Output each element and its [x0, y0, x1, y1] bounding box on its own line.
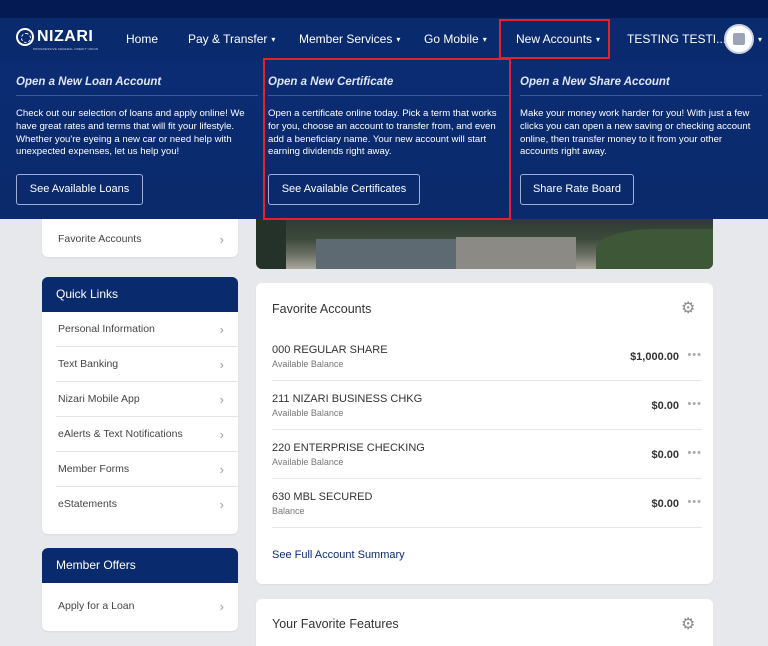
- favorite-accounts-title: Favorite Accounts: [272, 302, 372, 316]
- more-options-icon[interactable]: •••: [687, 447, 702, 459]
- full-account-summary-link[interactable]: See Full Account Summary: [272, 549, 405, 561]
- nav-new-accounts-highlight: [499, 19, 610, 59]
- account-row[interactable]: 220 ENTERPRISE CHECKING Available Balanc…: [272, 430, 702, 479]
- share-section-title: Open a New Share Account: [520, 76, 670, 88]
- account-row[interactable]: 211 NIZARI BUSINESS CHKG Available Balan…: [272, 381, 702, 430]
- certificate-column-highlight: [263, 58, 511, 220]
- quick-links-header: Quick Links: [42, 277, 238, 312]
- see-available-loans-button[interactable]: See Available Loans: [16, 174, 143, 205]
- nav-user-name[interactable]: TESTING TESTI...: [627, 18, 726, 61]
- chevron-down-icon: ▾: [271, 35, 276, 44]
- chevron-right-icon: ›: [219, 357, 224, 372]
- chevron-right-icon: ›: [219, 599, 224, 614]
- quick-links-card: Quick Links Personal Information › Text B…: [42, 277, 238, 534]
- more-options-icon[interactable]: •••: [687, 398, 702, 410]
- chevron-right-icon: ›: [219, 322, 224, 337]
- favorite-accounts-card: Favorite Accounts ⚙ 000 REGULAR SHARE Av…: [256, 283, 713, 584]
- logo-globe-icon: [16, 28, 34, 46]
- sidebar-item-favorite-accounts[interactable]: Favorite Accounts ›: [56, 222, 238, 257]
- account-balance-label: Balance: [272, 506, 305, 516]
- loan-section-title: Open a New Loan Account: [16, 76, 162, 88]
- sidebar-item-label: Apply for a Loan: [58, 600, 135, 612]
- loan-section-text: Check out our selection of loans and app…: [16, 108, 245, 158]
- account-row[interactable]: 000 REGULAR SHARE Available Balance $1,0…: [272, 332, 702, 381]
- chevron-down-icon[interactable]: ▾: [758, 18, 762, 61]
- chevron-right-icon: ›: [219, 497, 224, 512]
- account-balance-label: Available Balance: [272, 359, 344, 369]
- favorite-features-title: Your Favorite Features: [272, 617, 399, 631]
- chevron-down-icon: ▾: [396, 35, 401, 44]
- more-options-icon[interactable]: •••: [687, 349, 702, 361]
- top-strip: [0, 0, 768, 18]
- chevron-right-icon: ›: [219, 392, 224, 407]
- favorite-features-card: Your Favorite Features ⚙: [256, 599, 713, 646]
- member-offers-header: Member Offers: [42, 548, 238, 583]
- brand-name: NIZARI: [37, 28, 94, 45]
- account-name: 630 MBL SECURED: [272, 491, 373, 503]
- sidebar-item-personal-information[interactable]: Personal Information ›: [56, 312, 238, 347]
- account-balance: $0.00: [651, 400, 679, 412]
- divider: [520, 95, 762, 96]
- sidebar-item-member-forms[interactable]: Member Forms ›: [56, 452, 238, 487]
- account-balance-label: Available Balance: [272, 408, 344, 418]
- sidebar-item-label: Favorite Accounts: [58, 233, 142, 245]
- nav-pay-transfer[interactable]: Pay & Transfer ▾: [188, 18, 275, 61]
- hero-banner-image: [256, 219, 713, 269]
- sidebar-item-ealerts[interactable]: eAlerts & Text Notifications ›: [56, 417, 238, 452]
- gear-icon[interactable]: ⚙: [681, 298, 695, 318]
- divider: [16, 95, 258, 96]
- sidebar-item-estatements[interactable]: eStatements ›: [56, 487, 238, 522]
- chevron-right-icon: ›: [219, 462, 224, 477]
- chevron-right-icon: ›: [219, 427, 224, 442]
- account-balance: $1,000.00: [630, 351, 679, 363]
- account-row[interactable]: 630 MBL SECURED Balance $0.00 •••: [272, 479, 702, 528]
- chevron-down-icon: ▾: [482, 35, 487, 44]
- account-balance-label: Available Balance: [272, 457, 344, 467]
- avatar[interactable]: [724, 24, 754, 54]
- sidebar-item-label: eStatements: [58, 498, 117, 510]
- sidebar-item-label: Member Forms: [58, 463, 130, 475]
- sidebar-item-apply-loan[interactable]: Apply for a Loan ›: [56, 589, 238, 624]
- sidebar-item-mobile-app[interactable]: Nizari Mobile App ›: [56, 382, 238, 417]
- sidebar-item-label: eAlerts & Text Notifications: [58, 428, 183, 440]
- account-name: 000 REGULAR SHARE: [272, 344, 388, 356]
- account-name: 211 NIZARI BUSINESS CHKG: [272, 393, 423, 405]
- sidebar-item-label: Nizari Mobile App: [58, 393, 140, 405]
- more-options-icon[interactable]: •••: [687, 496, 702, 508]
- nizari-logo[interactable]: NIZARI PROGRESSIVE FEDERAL CREDIT UNION: [16, 28, 98, 51]
- account-name: 220 ENTERPRISE CHECKING: [272, 442, 425, 454]
- nav-member-services[interactable]: Member Services ▾: [299, 18, 400, 61]
- nav-go-mobile[interactable]: Go Mobile ▾: [424, 18, 487, 61]
- main-navbar: NIZARI PROGRESSIVE FEDERAL CREDIT UNION …: [0, 18, 768, 61]
- building-icon: [733, 33, 745, 45]
- sidebar-item-label: Personal Information: [58, 323, 155, 335]
- share-section-text: Make your money work harder for you! Wit…: [520, 108, 751, 158]
- gear-icon[interactable]: ⚙: [681, 614, 695, 634]
- sidebar-item-label: Text Banking: [58, 358, 119, 370]
- brand-subtitle: PROGRESSIVE FEDERAL CREDIT UNION: [33, 47, 99, 51]
- sidebar-item-text-banking[interactable]: Text Banking ›: [56, 347, 238, 382]
- account-balance: $0.00: [651, 449, 679, 461]
- nav-home[interactable]: Home: [126, 18, 158, 61]
- member-offers-card: Member Offers Apply for a Loan ›: [42, 548, 238, 631]
- account-balance: $0.00: [651, 498, 679, 510]
- chevron-right-icon: ›: [219, 232, 224, 247]
- share-rate-board-button[interactable]: Share Rate Board: [520, 174, 634, 205]
